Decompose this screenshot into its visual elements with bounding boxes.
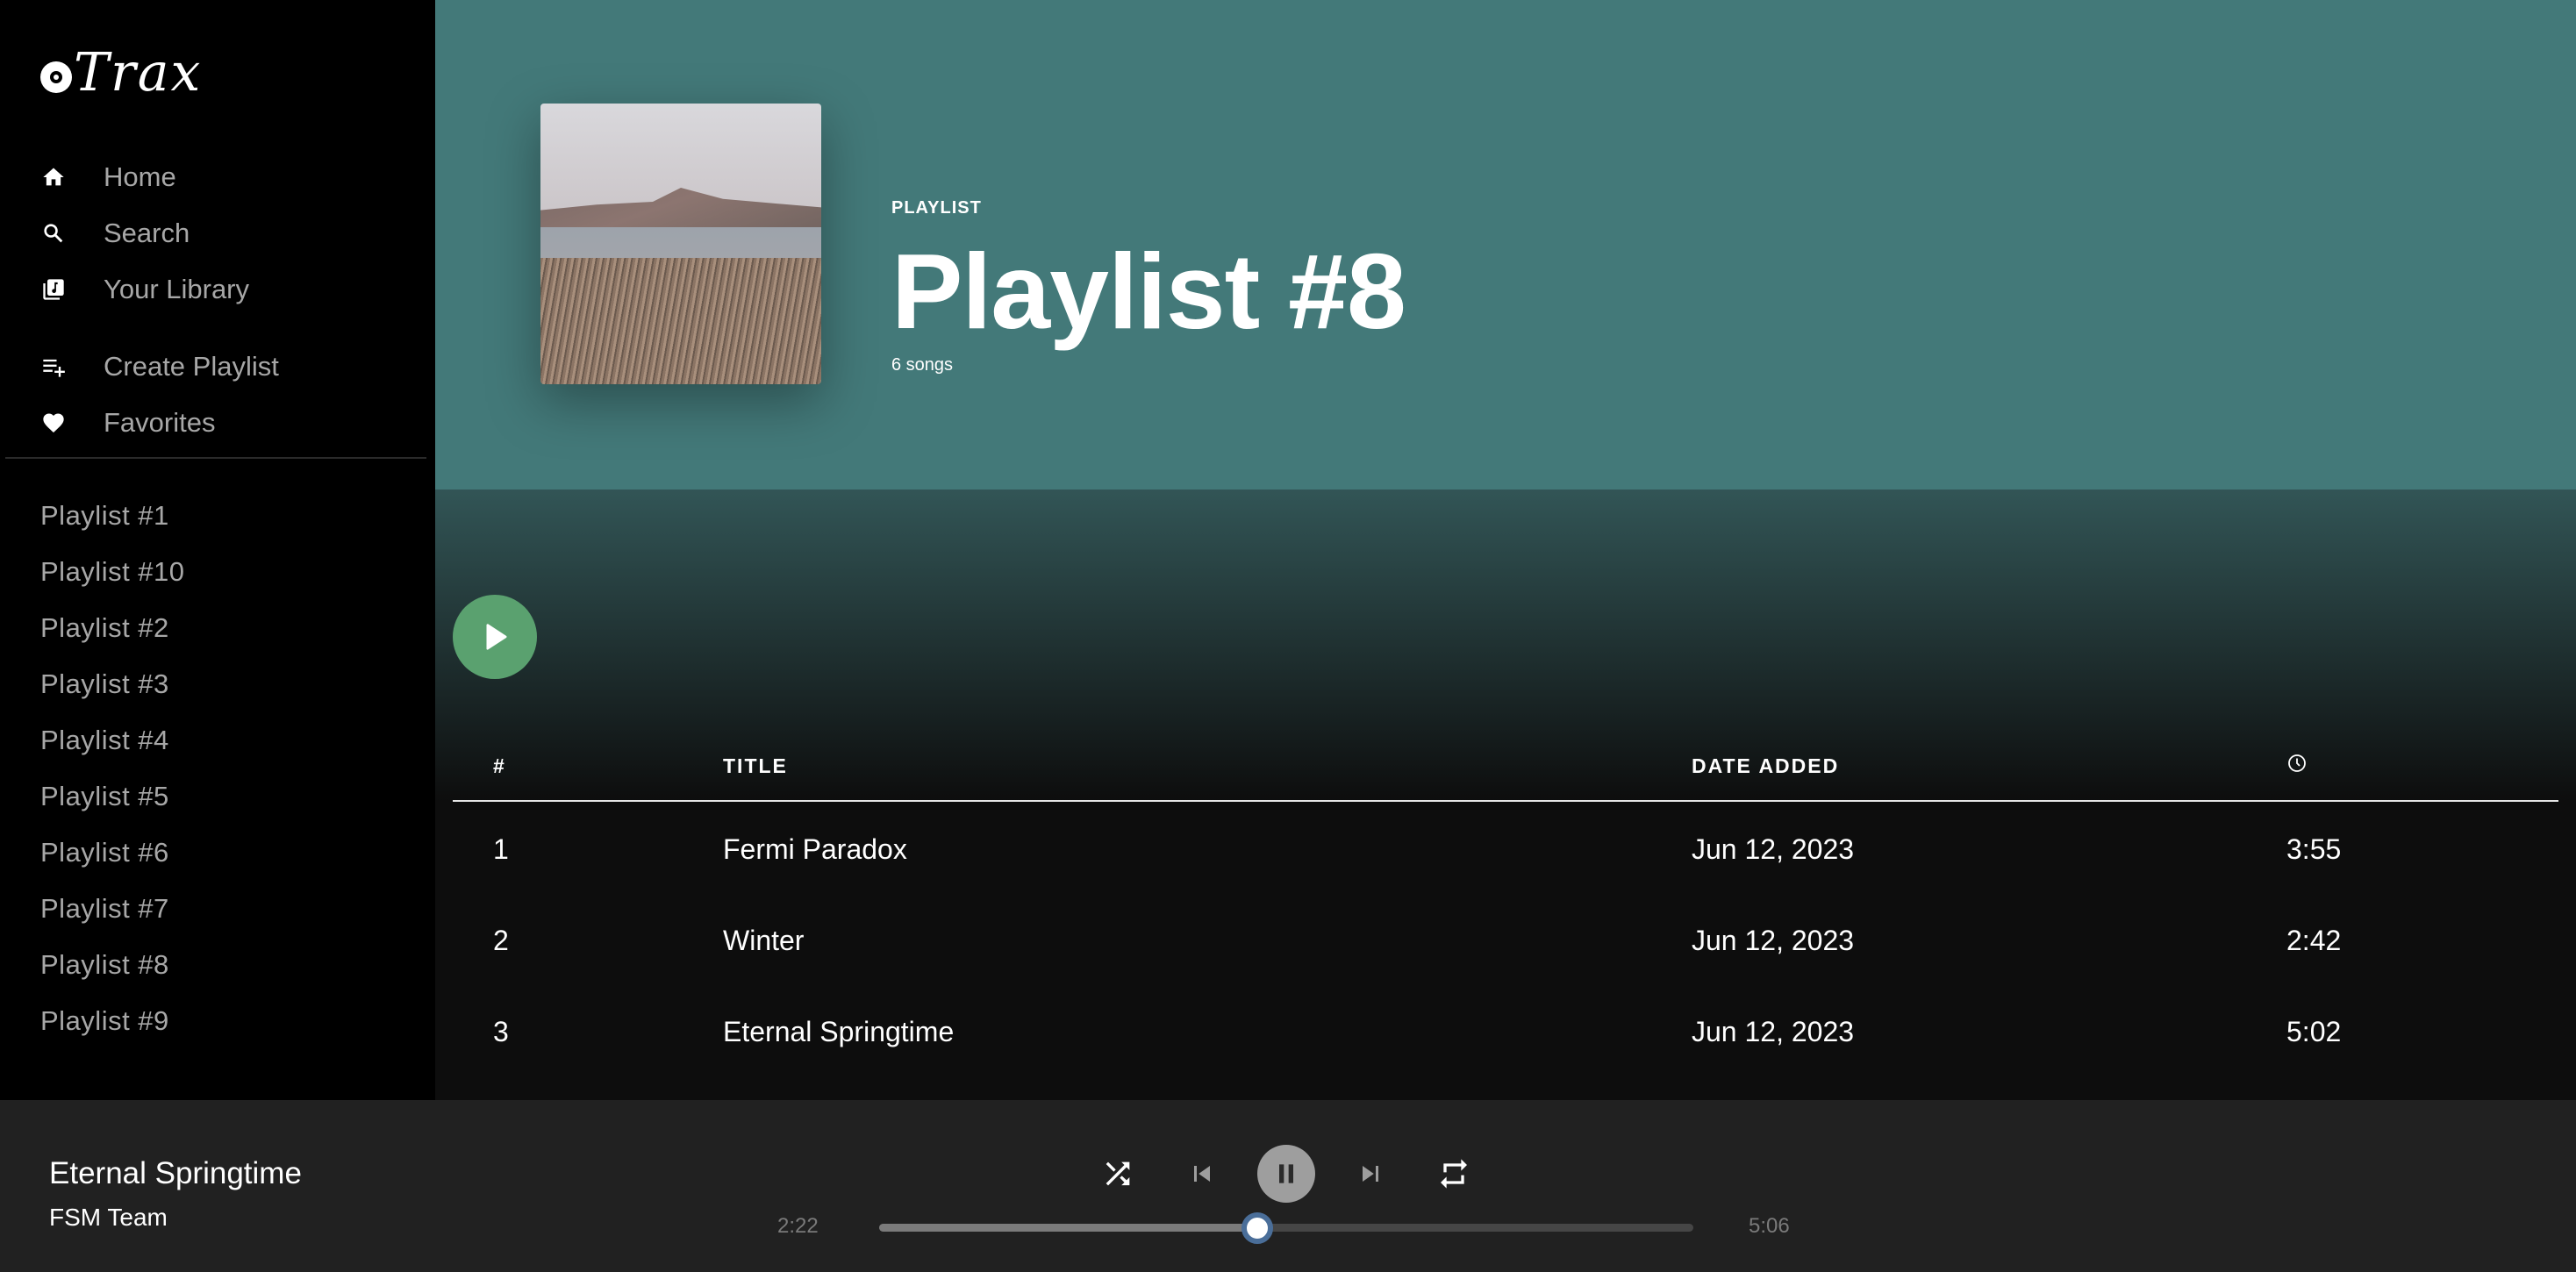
playback-controls — [0, 1142, 2576, 1205]
sidebar-playlist-item[interactable]: Playlist #10 — [0, 544, 435, 600]
skip-next-icon — [1363, 1166, 1378, 1182]
sidebar-playlist-item[interactable]: Playlist #1 — [0, 488, 435, 544]
sidebar-playlist-item[interactable]: Playlist #2 — [0, 600, 435, 656]
skip-previous-icon — [1194, 1166, 1210, 1182]
elapsed-time: 2:22 — [777, 1214, 819, 1238]
repeat-button[interactable] — [1422, 1142, 1485, 1205]
track-duration: 5:02 — [2286, 1016, 2342, 1047]
song-count: 6 songs — [891, 355, 954, 375]
favorites-button[interactable]: Favorites — [0, 395, 435, 451]
table-header: # TITLE DATE ADDED — [453, 747, 2558, 802]
track-number: 3 — [493, 1016, 509, 1047]
column-header-title[interactable]: TITLE — [723, 754, 788, 778]
playlist-cover-image — [540, 104, 821, 384]
nav-search-label: Search — [104, 218, 190, 248]
previous-button[interactable] — [1170, 1142, 1234, 1205]
heart-icon — [40, 410, 67, 436]
track-date-added: Jun 12, 2023 — [1692, 1016, 1855, 1047]
pause-icon — [1279, 1164, 1293, 1183]
player-bar: Eternal Springtime FSM Team 2:22 5:06 — [0, 1100, 2576, 1272]
track-title: Eternal Springtime — [723, 1016, 955, 1047]
playlist-type-label: PLAYLIST — [891, 198, 982, 218]
track-number: 2 — [493, 925, 509, 956]
play-icon — [486, 624, 507, 650]
table-row[interactable]: 1 Fermi Paradox Jun 12, 2023 3:55 — [453, 804, 2558, 895]
nav-home[interactable]: Home — [0, 149, 435, 205]
nav-search[interactable]: Search — [0, 205, 435, 261]
page-title: Playlist #8 — [891, 232, 1406, 351]
progress-thumb[interactable] — [1241, 1212, 1273, 1244]
playlist-info: PLAYLIST Playlist #8 6 songs — [891, 198, 1406, 375]
track-number: 1 — [493, 833, 509, 865]
nav-home-label: Home — [104, 161, 176, 192]
sidebar-playlist-item[interactable]: Playlist #3 — [0, 656, 435, 712]
main-content: PLAYLIST Playlist #8 6 songs # TITLE DAT… — [435, 0, 2576, 1100]
total-time: 5:06 — [1749, 1214, 1790, 1238]
app-logo[interactable]: Trax — [40, 42, 202, 104]
track-title: Winter — [723, 925, 805, 956]
create-playlist-label: Create Playlist — [104, 351, 279, 382]
sidebar-divider — [5, 457, 426, 459]
playlist-header: PLAYLIST Playlist #8 6 songs — [435, 0, 2576, 490]
sidebar-playlist-item[interactable]: Playlist #8 — [0, 937, 435, 993]
track-title: Fermi Paradox — [723, 833, 907, 865]
column-header-number[interactable]: # — [493, 754, 506, 778]
progress-slider[interactable] — [879, 1212, 1693, 1244]
progress-fill — [879, 1224, 1257, 1232]
sidebar-playlist-item[interactable]: Playlist #6 — [0, 825, 435, 881]
track-date-added: Jun 12, 2023 — [1692, 833, 1855, 865]
create-playlist-button[interactable]: Create Playlist — [0, 339, 435, 395]
library-icon — [40, 276, 67, 303]
shuffle-button[interactable] — [1086, 1142, 1149, 1205]
next-button[interactable] — [1339, 1142, 1402, 1205]
play-playlist-button[interactable] — [453, 595, 537, 679]
sidebar-playlist-item[interactable]: Playlist #4 — [0, 712, 435, 768]
clock-icon[interactable] — [2286, 753, 2308, 779]
now-playing-artist: FSM Team — [49, 1204, 168, 1231]
table-row[interactable]: 2 Winter Jun 12, 2023 2:42 — [453, 895, 2558, 986]
favorites-label: Favorites — [104, 407, 216, 438]
sidebar-playlist-item[interactable]: Playlist #9 — [0, 993, 435, 1049]
sidebar-playlist-item[interactable]: Playlist #7 — [0, 881, 435, 937]
disc-icon — [40, 61, 72, 93]
shuffle-icon — [1106, 1161, 1130, 1186]
pause-button[interactable] — [1257, 1145, 1315, 1203]
sidebar-playlist-item[interactable]: Playlist #5 — [0, 768, 435, 825]
home-icon — [40, 164, 67, 190]
track-duration: 3:55 — [2286, 833, 2342, 865]
main-nav: Home Search Your Library Create Playlist — [0, 149, 435, 451]
track-date-added: Jun 12, 2023 — [1692, 925, 1855, 956]
playlist-list: Playlist #1 Playlist #10 Playlist #2 Pla… — [0, 488, 435, 1049]
app-name: Trax — [74, 42, 203, 104]
playlist-add-icon — [40, 354, 67, 380]
table-row[interactable]: 3 Eternal Springtime Jun 12, 2023 5:02 — [453, 986, 2558, 1077]
track-duration: 2:42 — [2286, 925, 2342, 956]
nav-library-label: Your Library — [104, 274, 250, 304]
nav-library[interactable]: Your Library — [0, 261, 435, 318]
search-icon — [40, 220, 67, 247]
repeat-icon — [1441, 1159, 1467, 1189]
sidebar: Trax Home Search Your Library Create Pla… — [0, 0, 435, 1100]
column-header-date-added[interactable]: DATE ADDED — [1692, 754, 1839, 778]
